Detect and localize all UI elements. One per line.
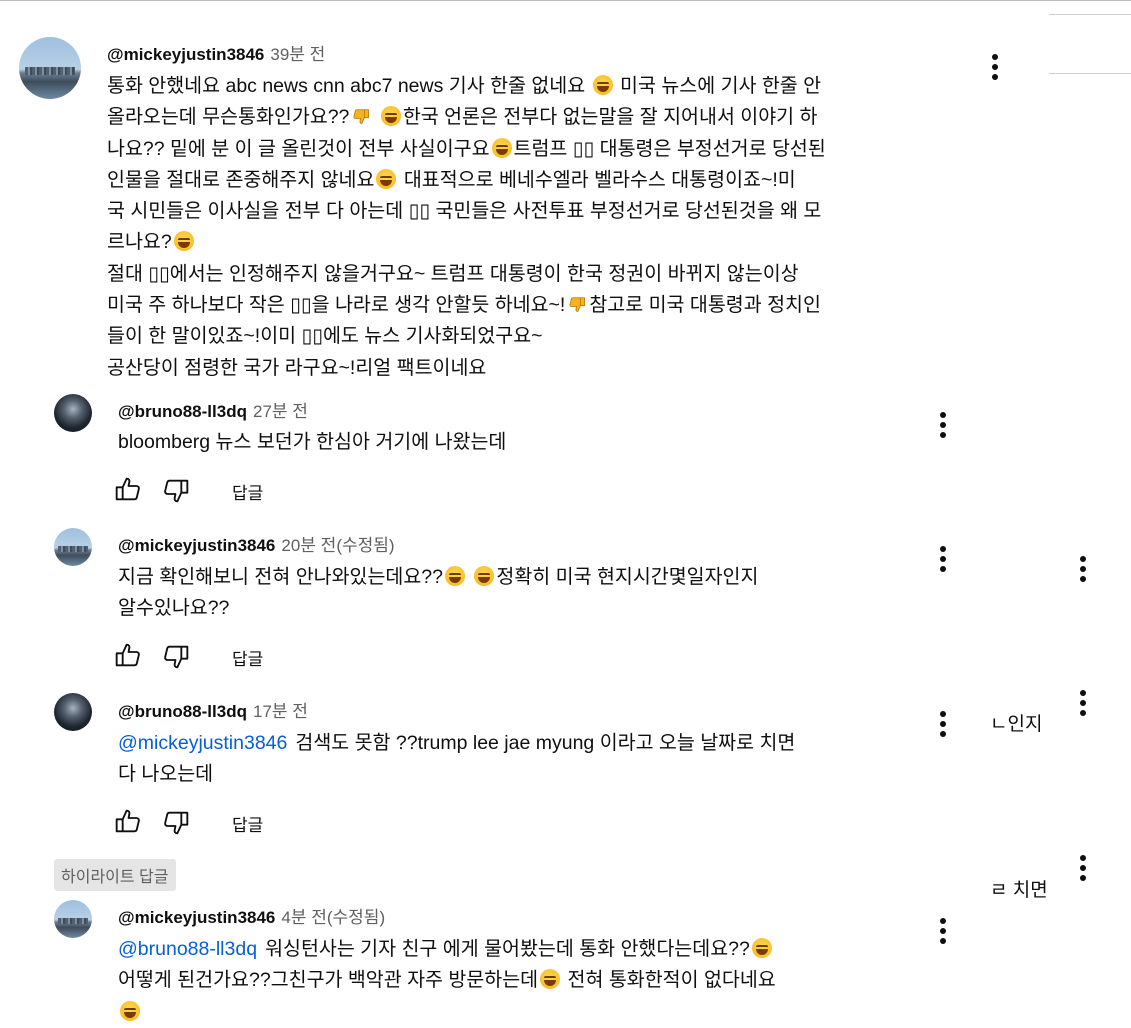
text-line: 르나요? (107, 227, 826, 258)
thumb-down-icon (160, 811, 192, 842)
thumb-up-icon (112, 643, 144, 676)
timestamp[interactable]: 20분 전 (281, 536, 336, 555)
timestamp[interactable]: 17분 전 (253, 702, 308, 721)
thumb-down-icon (160, 479, 192, 510)
text-line (118, 997, 776, 1028)
top-divider (0, 0, 1131, 1)
grinning-sweat-emoji (751, 938, 772, 958)
thumbs-down-emoji (349, 106, 373, 128)
reply-button[interactable]: 답글 (232, 479, 263, 504)
reply-actions: 답글 (112, 474, 312, 506)
text-line: 인물을 절대로 존중해주지 않네요 대표적으로 베네수엘라 벨라수스 대통령이죠… (107, 168, 796, 191)
timestamp[interactable]: 39분 전 (270, 45, 325, 64)
like-button[interactable] (112, 474, 144, 506)
mention-link[interactable]: @mickeyjustin3846 (118, 732, 287, 754)
comment-header: @mickeyjustin3846 39분 전 (107, 40, 325, 65)
avatar[interactable] (54, 900, 92, 938)
text-line: 국 시민들은 이사실을 전부 다 아는데 ▯▯ 국민들은 사전투표 부정선거로 … (107, 200, 822, 223)
text-line: 들이 한 말이있죠~!이미 ▯▯에도 뉴스 기사화되었구요~ (107, 325, 543, 348)
timestamp[interactable]: 4분 전 (281, 908, 326, 927)
text-line: 다 나오는데 (118, 763, 214, 786)
comment-text: 통화 안했네요 abc news cnn abc7 news 기사 한줄 없네요… (107, 71, 826, 384)
dislike-button[interactable] (160, 640, 192, 672)
timestamp[interactable]: 27분 전 (253, 402, 308, 421)
text-line: 공산당이 점령한 국가 라구요~!리얼 팩트이네요 (107, 356, 487, 379)
more-options-button[interactable] (931, 409, 955, 441)
more-options-button[interactable] (931, 915, 955, 947)
grinning-sweat-emoji (540, 969, 561, 990)
grinning-sweat-emoji (444, 566, 465, 586)
more-options-button[interactable] (931, 543, 955, 575)
reply-actions: 답글 (112, 640, 312, 672)
more-options-button[interactable] (931, 708, 955, 740)
author-name[interactable]: @bruno88-ll3dq (118, 702, 247, 721)
text-line: 미국 주 하나보다 작은 ▯▯을 나라로 생각 안할듯 하네요~! 참고로 미국 … (107, 294, 821, 317)
author-name[interactable]: @mickeyjustin3846 (118, 908, 275, 927)
text-line: 알수있나요?? (118, 597, 230, 620)
reply-text: 지금 확인해보니 전혀 안나와있는데요?? 정확히 미국 현지시간몇일자인지알수… (118, 562, 758, 625)
reply-text: @mickeyjustin3846 검색도 못함 ??trump lee jae … (118, 728, 795, 791)
avatar[interactable] (54, 693, 92, 731)
edited-label: (수정됨) (336, 536, 395, 555)
dislike-button[interactable] (160, 474, 192, 506)
text-line: bloomberg 뉴스 보던가 한심아 거기에 나왔는데 (118, 431, 507, 453)
author-name[interactable]: @mickeyjustin3846 (107, 45, 264, 64)
text-line: 통화 안했네요 abc news cnn abc7 news 기사 한줄 없네요… (107, 75, 822, 97)
reply-text: bloomberg 뉴스 보던가 한심아 거기에 나왔는데 (118, 427, 506, 458)
grinning-sweat-emoji (491, 137, 512, 158)
more-options-button[interactable] (983, 51, 1007, 83)
grinning-sweat-emoji (120, 1000, 140, 1021)
dislike-button[interactable] (160, 806, 192, 838)
thumb-down-icon (160, 645, 192, 676)
thumb-up-icon (112, 477, 144, 510)
grinning-sweat-emoji (474, 566, 495, 586)
text-line: 올라오는데 무슨통화인가요?? 한국 언론은 전부다 없는말을 잘 지어내서 이… (107, 106, 818, 129)
reply-actions: 답글 (112, 806, 312, 838)
thumb-up-icon (112, 809, 144, 842)
background-text-fragment: ㄹ 치면 (990, 880, 1048, 901)
reply-button[interactable]: 답글 (232, 811, 263, 836)
reply-header: @mickeyjustin3846 20분 전(수정됨) (118, 531, 395, 556)
highlighted-reply-label: 하이라이트 답글 (54, 859, 176, 891)
like-button[interactable] (112, 640, 144, 672)
edited-label: (수정됨) (326, 908, 386, 927)
avatar[interactable] (54, 528, 92, 566)
like-button[interactable] (112, 806, 144, 838)
grinning-sweat-emoji (592, 75, 613, 95)
grinning-sweat-emoji (380, 106, 401, 127)
thumbs-down-emoji (565, 294, 589, 316)
background-divider (1049, 14, 1131, 15)
avatar[interactable] (54, 394, 92, 432)
text-line: 어떻게 된건가요??그친구가 백악관 자주 방문하는데 전혀 통화한적이 없다네… (118, 969, 776, 992)
author-name[interactable]: @mickeyjustin3846 (118, 536, 275, 555)
reply-button[interactable]: 답글 (232, 645, 263, 670)
text-line: 지금 확인해보니 전혀 안나와있는데요?? 정확히 미국 현지시간몇일자인지 (118, 566, 759, 588)
text-line: 절대 ▯▯에서는 인정해주지 않을거구요~ 트럼프 대통령이 한국 정권이 바뀌… (107, 262, 799, 285)
background-more-button[interactable] (1071, 852, 1095, 884)
background-more-button[interactable] (1071, 687, 1095, 719)
reply-header: @mickeyjustin3846 4분 전(수정됨) (118, 903, 385, 928)
background-divider (1049, 73, 1131, 74)
reply-text: @bruno88-ll3dq 워싱턴사는 기자 친구 에게 물어봤는데 통화 안했… (118, 934, 776, 1028)
text-line: 나요?? 밑에 분 이 글 올린것이 전부 사실이구요 트럼프 ▯▯ 대통령은 부… (107, 137, 826, 160)
text-line: @bruno88-ll3dq 워싱턴사는 기자 친구 에게 물어봤는데 통화 안했… (118, 934, 776, 965)
background-more-button[interactable] (1071, 553, 1095, 585)
grinning-sweat-emoji (173, 231, 194, 252)
background-text-fragment: ㄴ인지 (990, 714, 1043, 735)
author-name[interactable]: @bruno88-ll3dq (118, 402, 247, 421)
mention-link[interactable]: @bruno88-ll3dq (118, 938, 257, 960)
reply-header: @bruno88-ll3dq 17분 전 (118, 697, 308, 722)
text-line: @mickeyjustin3846 검색도 못함 ??trump lee jae … (118, 732, 796, 754)
reply-header: @bruno88-ll3dq 27분 전 (118, 397, 308, 422)
avatar[interactable] (19, 37, 81, 99)
grinning-sweat-emoji (376, 168, 397, 189)
